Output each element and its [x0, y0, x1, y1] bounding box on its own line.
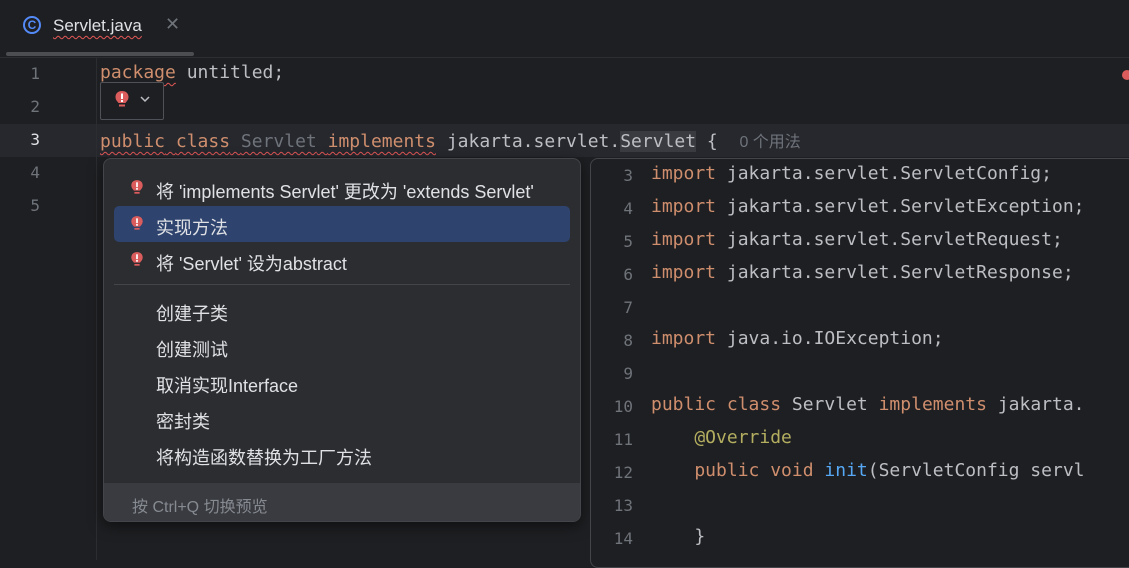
error-bulb-icon — [131, 180, 143, 194]
preview-code-line: import jakarta.servlet.ServletConfig; — [651, 163, 1052, 184]
line-number: 14 — [613, 529, 633, 548]
menu-item-label: 创建子类 — [156, 304, 228, 324]
intention-preview-pane: 3 import jakarta.servlet.ServletConfig; … — [590, 158, 1129, 568]
close-icon[interactable]: ✕ — [165, 14, 180, 35]
code-text: untitled; — [175, 62, 285, 83]
menu-separator — [114, 284, 570, 285]
menu-item-create-test[interactable]: 创建测试 — [114, 328, 570, 364]
line-number: 8 — [623, 331, 633, 350]
preview-code-line: @Override — [651, 427, 792, 448]
preview-toggle-hint: 按 Ctrl+Q 切换预览 — [132, 499, 268, 516]
menu-item-make-abstract[interactable]: 将 'Servlet' 设为abstract — [114, 242, 570, 278]
intention-actions-popup: 将 'implements Servlet' 更改为 'extends Serv… — [103, 158, 581, 522]
menu-item-label: 密封类 — [156, 412, 210, 432]
line-number: 6 — [623, 265, 633, 284]
line-number: 3 — [623, 166, 633, 185]
menu-item-unimplement-interface[interactable]: 取消实现Interface — [114, 364, 570, 400]
chevron-down-icon — [140, 96, 150, 103]
keyword: public — [100, 131, 166, 152]
line-number: 5 — [30, 196, 40, 215]
code-line-1[interactable]: package untitled; — [100, 62, 284, 83]
line-number: 13 — [613, 496, 633, 515]
popup-footer: 按 Ctrl+Q 切换预览 — [104, 483, 580, 521]
usages-inlay-hint[interactable]: 0 个用法 — [739, 134, 800, 151]
menu-item-label: 将构造函数替换为工厂方法 — [156, 448, 372, 468]
preview-code-line: import jakarta.servlet.ServletResponse; — [651, 262, 1074, 283]
preview-code-line: } — [651, 526, 706, 547]
preview-code-line: import jakarta.servlet.ServletException; — [651, 196, 1085, 217]
java-class-icon: C — [23, 16, 41, 34]
error-bulb-icon — [115, 91, 129, 107]
interface-name: Servlet — [620, 131, 697, 152]
active-tab-indicator — [6, 52, 194, 56]
menu-item-seal-class[interactable]: 密封类 — [114, 400, 570, 436]
gutter-separator — [96, 58, 97, 560]
code-line-3[interactable]: public class Servlet implements jakarta.… — [100, 128, 801, 152]
code-text: { — [696, 131, 718, 152]
preview-code-line: import java.io.IOException; — [651, 328, 944, 349]
line-number: 1 — [30, 64, 40, 83]
tab-title: Servlet.java — [53, 16, 142, 35]
preview-code-line: import jakarta.servlet.ServletRequest; — [651, 229, 1063, 250]
menu-item-label: 取消实现Interface — [156, 376, 299, 396]
menu-item-label: 将 'Servlet' 设为abstract — [156, 254, 347, 274]
line-number: 7 — [623, 298, 633, 317]
line-number: 4 — [30, 163, 40, 182]
menu-item-implement-methods[interactable]: 实现方法 — [114, 206, 570, 242]
menu-item-change-to-extends[interactable]: 将 'implements Servlet' 更改为 'extends Serv… — [114, 170, 570, 206]
menu-item-label: 实现方法 — [156, 218, 228, 238]
menu-item-replace-constructor-with-factory[interactable]: 将构造函数替换为工厂方法 — [114, 436, 570, 472]
preview-code-line: public class Servlet implements jakarta. — [651, 394, 1085, 415]
keyword: implements — [327, 131, 436, 152]
menu-item-label: 创建测试 — [156, 340, 228, 360]
class-name: Servlet — [240, 131, 317, 152]
tab-servlet-java[interactable]: C Servlet.java ✕ — [6, 0, 194, 56]
line-number: 10 — [613, 397, 633, 416]
editor-tab-bar: C Servlet.java ✕ — [0, 0, 1129, 58]
error-indicator-icon[interactable] — [1122, 70, 1129, 80]
menu-item-label: 将 'implements Servlet' 更改为 'extends Serv… — [156, 182, 534, 202]
keyword: class — [175, 131, 231, 152]
menu-item-create-subclass[interactable]: 创建子类 — [114, 292, 570, 328]
line-number: 11 — [613, 430, 633, 449]
code-text: jakarta.servlet. — [435, 131, 621, 152]
error-bulb-icon — [131, 216, 143, 230]
line-number: 5 — [623, 232, 633, 251]
line-number: 3 — [30, 130, 40, 149]
keyword: package — [100, 62, 176, 83]
line-number: 4 — [623, 199, 633, 218]
line-number: 9 — [623, 364, 633, 383]
preview-code-line: public void init(ServletConfig servl — [651, 460, 1085, 481]
intention-bulb-button[interactable] — [100, 82, 164, 120]
line-number: 12 — [613, 463, 633, 482]
error-bulb-icon — [131, 252, 143, 266]
line-number: 2 — [30, 97, 40, 116]
